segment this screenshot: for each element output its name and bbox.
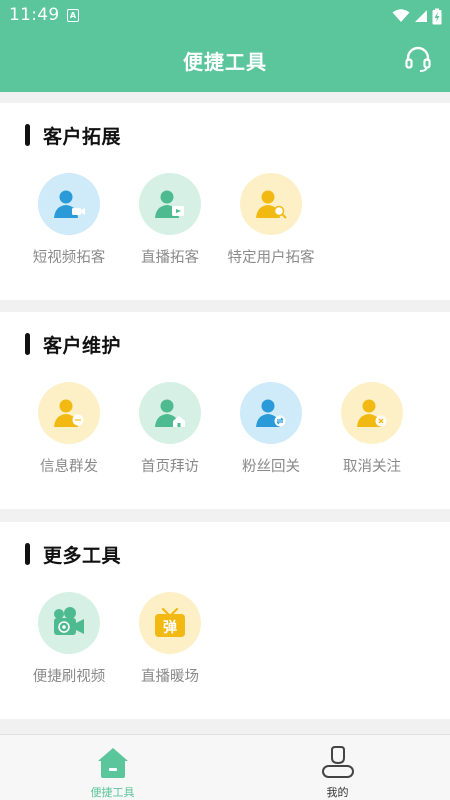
bottom-tab-bar: 便捷工具 我的 bbox=[0, 734, 450, 800]
tool-live-expansion[interactable]: 直播拓客 bbox=[120, 173, 220, 267]
section-title: 客户维护 bbox=[25, 332, 122, 357]
status-time: 11:49 bbox=[9, 5, 60, 25]
tool-label: 特定用户拓客 bbox=[227, 250, 315, 266]
tool-label: 直播拓客 bbox=[141, 250, 199, 266]
user-video-icon bbox=[38, 173, 100, 235]
tool-fans-follow-back[interactable]: 粉丝回关 bbox=[221, 382, 321, 476]
section-title: 客户拓展 bbox=[25, 123, 122, 148]
cell-signal-icon bbox=[415, 10, 427, 22]
section-customer-expansion: 客户拓展 短视频拓客 直播拓客 特定用户拓客 bbox=[0, 103, 450, 300]
tool-homepage-visit[interactable]: 首页拜访 bbox=[120, 382, 220, 476]
tab-label: 我的 bbox=[326, 786, 349, 799]
section-marker bbox=[25, 333, 30, 355]
page-title: 便捷工具 bbox=[183, 50, 267, 74]
tool-label: 短视频拓客 bbox=[32, 250, 106, 266]
tv-danmaku-icon: 弹 bbox=[139, 592, 201, 654]
tab-label: 便捷工具 bbox=[90, 786, 135, 799]
tool-label: 信息群发 bbox=[40, 459, 98, 475]
tv-glyph: 弹 bbox=[163, 619, 177, 636]
user-unfollow-icon bbox=[341, 382, 403, 444]
tool-short-video-expansion[interactable]: 短视频拓客 bbox=[19, 173, 119, 267]
tool-label: 首页拜访 bbox=[141, 459, 199, 475]
video-camera-icon bbox=[38, 592, 100, 654]
notification-badge: A bbox=[67, 9, 79, 22]
user-message-icon bbox=[38, 382, 100, 444]
tool-quick-browse-video[interactable]: 便捷刷视频 bbox=[19, 592, 119, 686]
user-live-icon bbox=[139, 173, 201, 235]
section-marker bbox=[25, 543, 30, 565]
user-home-icon bbox=[139, 382, 201, 444]
battery-charging-icon bbox=[432, 8, 442, 24]
profile-icon bbox=[322, 746, 354, 778]
headset-icon[interactable] bbox=[404, 45, 432, 73]
tool-label: 直播暖场 bbox=[141, 669, 199, 685]
user-search-icon bbox=[240, 173, 302, 235]
tab-convenient-tools[interactable]: 便捷工具 bbox=[0, 735, 225, 800]
wifi-icon bbox=[392, 9, 410, 22]
tool-specific-user-expansion[interactable]: 特定用户拓客 bbox=[221, 173, 321, 267]
tool-label: 取消关注 bbox=[343, 459, 401, 475]
status-bar: 11:49 A bbox=[0, 0, 450, 32]
app-header: 11:49 A 便捷工具 bbox=[0, 0, 450, 92]
home-icon bbox=[98, 748, 128, 778]
section-title: 更多工具 bbox=[25, 542, 122, 567]
tool-unfollow[interactable]: 取消关注 bbox=[322, 382, 422, 476]
section-marker bbox=[25, 124, 30, 146]
section-title-text: 更多工具 bbox=[43, 544, 122, 567]
tool-label: 便捷刷视频 bbox=[32, 669, 106, 685]
tool-label: 粉丝回关 bbox=[242, 459, 300, 475]
section-title-text: 客户拓展 bbox=[43, 125, 122, 148]
tab-mine[interactable]: 我的 bbox=[225, 735, 450, 800]
tool-live-warmup[interactable]: 弹 直播暖场 bbox=[120, 592, 220, 686]
section-customer-maintenance: 客户维护 信息群发 首页拜访 粉丝回关 取消关注 bbox=[0, 312, 450, 509]
section-title-text: 客户维护 bbox=[43, 334, 122, 357]
section-more-tools: 更多工具 便捷刷视频 弹 直播暖场 bbox=[0, 522, 450, 719]
status-icons bbox=[392, 6, 442, 26]
tool-bulk-message[interactable]: 信息群发 bbox=[19, 382, 119, 476]
user-follow-back-icon bbox=[240, 382, 302, 444]
